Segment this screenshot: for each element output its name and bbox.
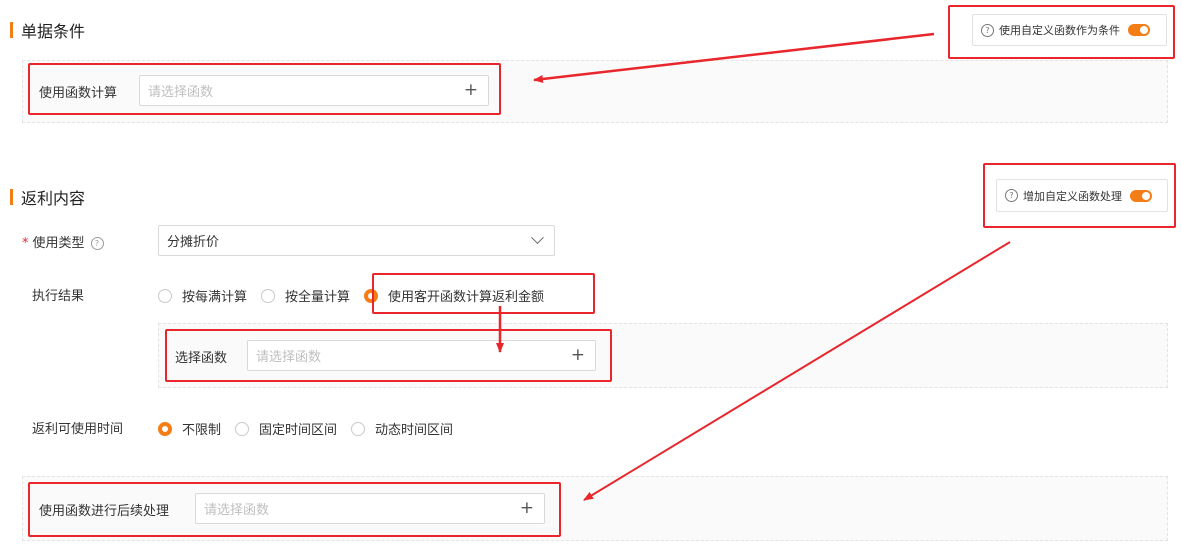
annotation-arrows xyxy=(496,32,1011,501)
arrow-condition-to-calc xyxy=(533,32,935,83)
arrow-toggle-to-post xyxy=(583,241,1011,501)
